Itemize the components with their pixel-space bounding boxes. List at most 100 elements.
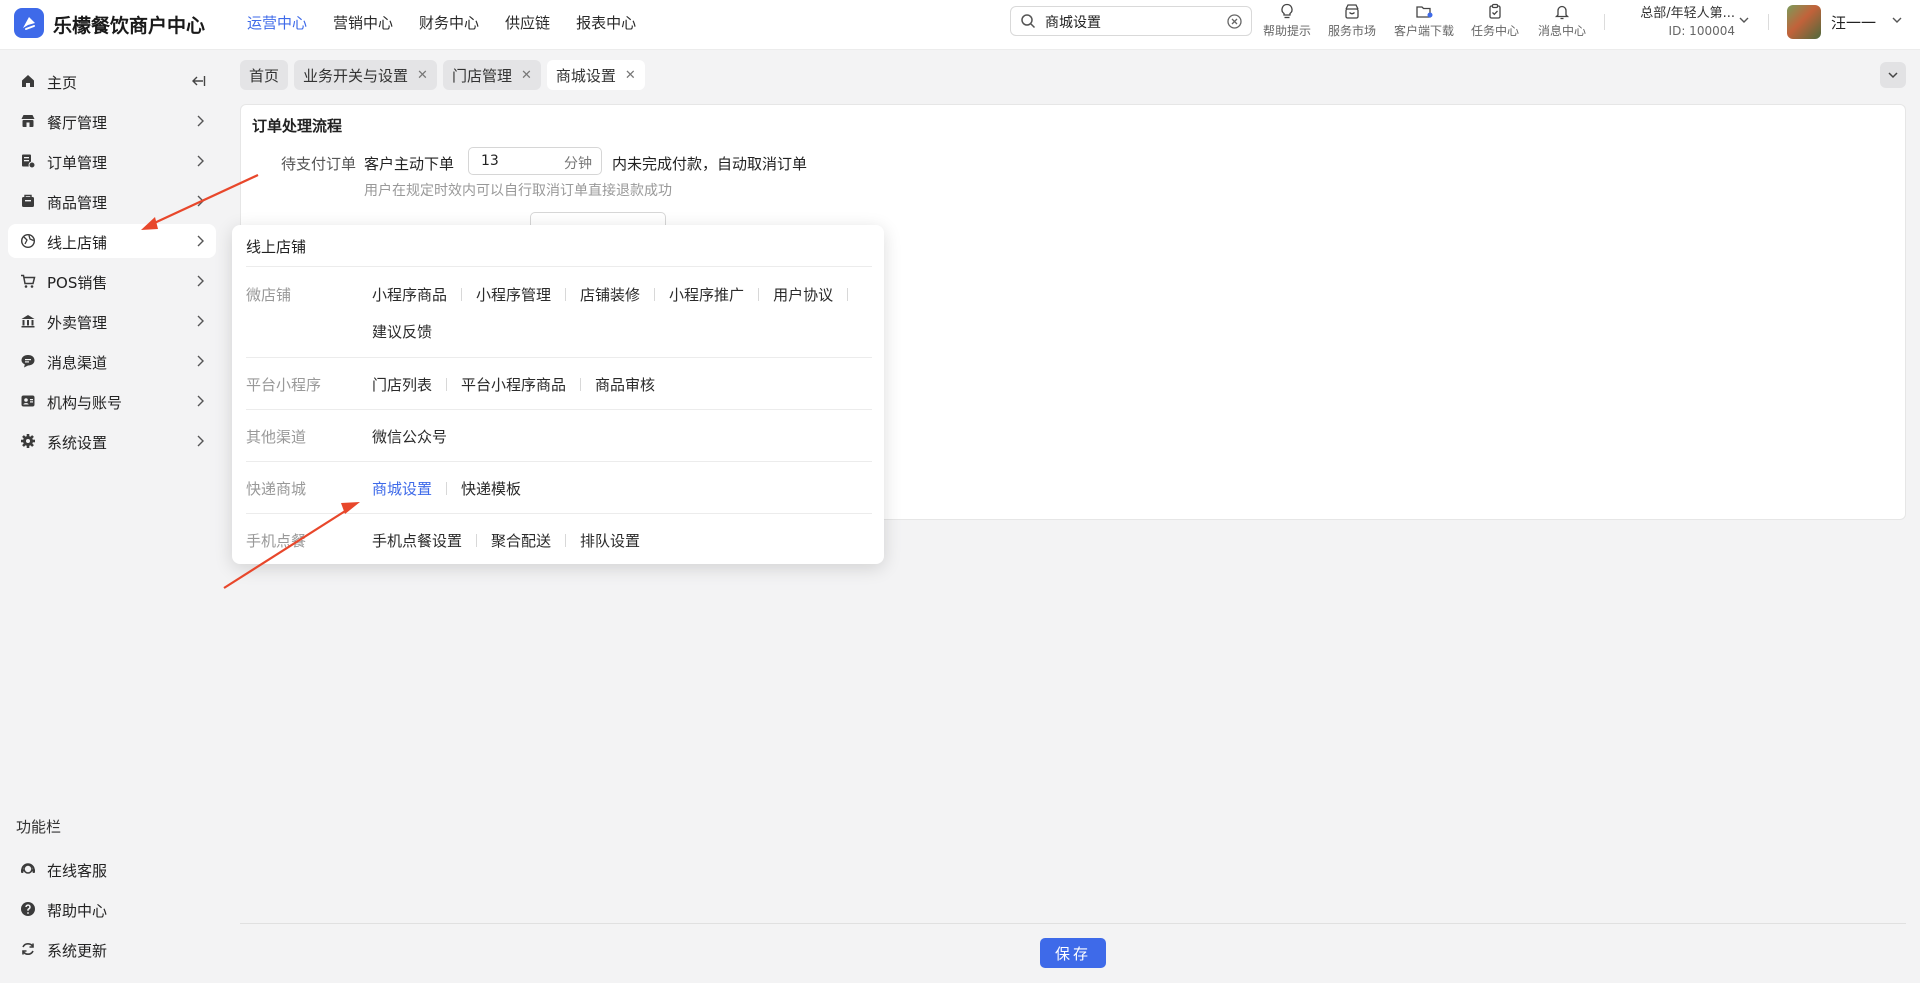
order-icon: [22, 154, 36, 169]
chevron-down-icon[interactable]: [1891, 14, 1903, 26]
link-separator: [580, 378, 582, 391]
divider: [246, 357, 872, 358]
search-input[interactable]: [1043, 11, 1227, 33]
sidebar-item-restaurant[interactable]: 餐厅管理: [8, 104, 216, 138]
flyout-link[interactable]: 店铺装修: [580, 284, 640, 305]
top-bar: 乐檬餐饮商户中心 运营中心 营销中心 财务中心 供应链 报表中心 帮助提示 服务: [0, 0, 1920, 50]
top-nav-reports[interactable]: 报表中心: [576, 12, 636, 33]
group-label-mini-store: 微店铺: [246, 286, 292, 304]
sidebar-item-takeout[interactable]: 外卖管理: [8, 304, 216, 338]
chevron-right-icon: [197, 435, 204, 447]
sidebar-item-message-channel[interactable]: 消息渠道: [8, 344, 216, 378]
tool-task-center[interactable]: 任务中心: [1463, 3, 1527, 39]
tabs-dropdown-button[interactable]: [1880, 62, 1906, 88]
sidebar-item-orders[interactable]: 订单管理: [8, 144, 216, 178]
link-separator: [446, 378, 448, 391]
divider: [246, 461, 872, 462]
sidebar-item-pos[interactable]: POS销售: [8, 264, 216, 298]
flyout-link[interactable]: 平台小程序商品: [461, 374, 566, 395]
collapse-sidebar-icon[interactable]: [190, 74, 206, 88]
flyout-link[interactable]: 微信公众号: [372, 426, 447, 447]
sidebar-item-label: 餐厅管理: [47, 114, 108, 132]
app-logo: [14, 8, 44, 38]
tool-service-market[interactable]: 服务市场: [1320, 3, 1384, 39]
cancel-minutes-field[interactable]: 分钟: [468, 147, 602, 175]
tab-store-management[interactable]: 门店管理 ✕: [442, 60, 541, 90]
org-switcher[interactable]: 总部/年轻人第... ID: 100004: [1617, 2, 1735, 38]
divider: [246, 513, 872, 514]
chevron-down-icon[interactable]: [1738, 14, 1750, 26]
chevron-right-icon: [197, 195, 204, 207]
top-nav-operations[interactable]: 运营中心: [247, 12, 307, 33]
flyout-link[interactable]: 小程序推广: [669, 284, 744, 305]
online-store-flyout: 线上店铺 微店铺 小程序商品 小程序管理 店铺装修 小程序推广 用户协议 建议反…: [232, 225, 884, 564]
tool-label: 帮助提示: [1262, 24, 1311, 38]
sidebar-item-label: 帮助中心: [47, 902, 108, 920]
sidebar-item-system-settings[interactable]: 系统设置: [8, 424, 216, 458]
flyout-link[interactable]: 快递模板: [461, 478, 521, 499]
sidebar-item-help-center[interactable]: 帮助中心: [8, 892, 216, 926]
flyout-link-mall-settings[interactable]: 商城设置: [372, 478, 432, 499]
sidebar-item-label: 主页: [47, 74, 78, 92]
tab-home[interactable]: 首页: [240, 60, 289, 90]
sidebar-item-online-store[interactable]: 线上店铺: [8, 224, 216, 258]
flyout-link[interactable]: 手机点餐设置: [372, 530, 462, 551]
headset-icon: [21, 863, 35, 874]
avatar[interactable]: [1787, 5, 1821, 39]
chevron-right-icon: [197, 115, 204, 127]
tool-message-center[interactable]: 消息中心: [1530, 3, 1594, 39]
sidebar-item-label: 消息渠道: [47, 354, 108, 372]
search-box[interactable]: [1010, 6, 1252, 36]
search-icon: [1021, 14, 1036, 29]
tab-business-switch[interactable]: 业务开关与设置 ✕: [294, 60, 437, 90]
tool-help-tips[interactable]: 帮助提示: [1255, 3, 1319, 39]
download-folder-icon: [1416, 6, 1433, 18]
sidebar-item-org-account[interactable]: 机构与账号: [8, 384, 216, 418]
link-separator: [565, 534, 567, 547]
sidebar-item-label: 系统设置: [47, 434, 108, 452]
message-icon: [21, 355, 35, 368]
chevron-right-icon: [197, 155, 204, 167]
top-nav-supply-chain[interactable]: 供应链: [505, 12, 550, 33]
home-icon: [22, 75, 34, 87]
pending-order-hint: 用户在规定时效内可以自行取消订单直接退款成功: [364, 183, 672, 199]
clear-search-icon[interactable]: [1227, 14, 1242, 29]
close-icon[interactable]: ✕: [521, 68, 532, 83]
user-name[interactable]: 汪一一: [1831, 12, 1876, 33]
flyout-link[interactable]: 聚合配送: [491, 530, 551, 551]
close-icon[interactable]: ✕: [417, 68, 428, 83]
top-nav-finance[interactable]: 财务中心: [419, 12, 479, 33]
top-nav-marketing[interactable]: 营销中心: [333, 12, 393, 33]
divider: [246, 409, 872, 410]
tool-client-download[interactable]: 客户端下载: [1392, 3, 1456, 39]
divider: [1768, 14, 1769, 30]
save-button[interactable]: 保存: [1040, 938, 1106, 968]
sidebar-item-home[interactable]: 主页: [8, 64, 216, 98]
sidebar-item-goods[interactable]: 商品管理: [8, 184, 216, 218]
divider: [1604, 14, 1605, 30]
sidebar-item-system-update[interactable]: 系统更新: [8, 932, 216, 966]
sidebar-item-label: 机构与账号: [47, 394, 123, 412]
close-icon[interactable]: ✕: [625, 68, 636, 83]
flyout-link[interactable]: 建议反馈: [372, 321, 432, 342]
group-label-other-channels: 其他渠道: [246, 428, 307, 446]
cancel-minutes-input[interactable]: [479, 152, 553, 170]
flyout-link[interactable]: 门店列表: [372, 374, 432, 395]
flyout-link[interactable]: 小程序商品: [372, 284, 447, 305]
flyout-link[interactable]: 用户协议: [773, 284, 833, 305]
settings-icon: [21, 434, 35, 448]
sidebar-item-online-support[interactable]: 在线客服: [8, 852, 216, 886]
flyout-link[interactable]: 小程序管理: [476, 284, 551, 305]
function-bar-title: 功能栏: [16, 818, 62, 836]
sidebar-item-label: 线上店铺: [47, 234, 108, 252]
flyout-link[interactable]: 排队设置: [580, 530, 640, 551]
partial-input-field[interactable]: [530, 212, 666, 226]
flyout-link[interactable]: 商品审核: [595, 374, 655, 395]
group-label-mobile-ordering: 手机点餐: [246, 532, 307, 550]
top-nav: 运营中心 营销中心 财务中心 供应链 报表中心: [247, 12, 636, 33]
tab-mall-settings[interactable]: 商城设置 ✕: [546, 60, 645, 90]
pos-icon: [21, 274, 36, 288]
section-title: 订单处理流程: [252, 117, 343, 135]
link-separator: [758, 288, 760, 301]
sidebar-item-label: 商品管理: [47, 194, 108, 212]
